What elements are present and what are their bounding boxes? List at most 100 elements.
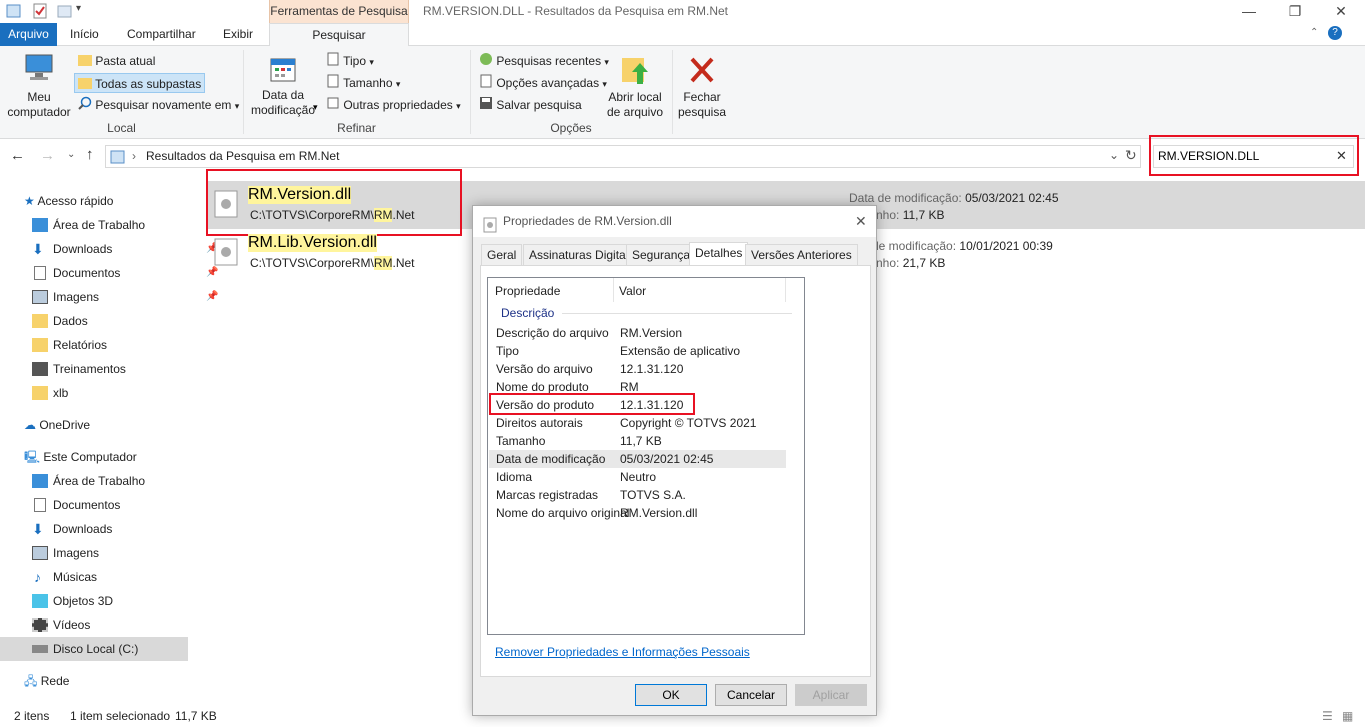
property-row[interactable]: Idioma Neutro: [489, 468, 786, 486]
maximize-button[interactable]: ❐: [1272, 0, 1318, 23]
tab-search[interactable]: Pesquisar: [269, 23, 409, 47]
property-value: TOTVS S.A.: [620, 488, 686, 502]
up-arrow-icon[interactable]: ↑: [86, 146, 94, 163]
pin-icon[interactable]: 📌: [206, 285, 218, 309]
my-computer-label: Meu computador: [7, 90, 71, 119]
property-row[interactable]: Tamanho 11,7 KB: [489, 432, 786, 450]
nav-pc-videos[interactable]: Vídeos: [32, 613, 90, 637]
tab-home[interactable]: Início: [60, 23, 109, 46]
ok-button[interactable]: OK: [635, 684, 707, 706]
other-properties-button[interactable]: Outras propriedades ▾: [323, 95, 464, 115]
date-modified-button[interactable]: Data da modificação: [246, 56, 320, 118]
tab-digital-signatures[interactable]: Assinaturas Digitais: [523, 244, 641, 265]
current-folder-button[interactable]: Pasta atual: [75, 51, 158, 71]
minimize-button[interactable]: —: [1226, 0, 1272, 23]
tab-general[interactable]: Geral: [481, 244, 523, 265]
nav-qa-relatorios[interactable]: Relatórios: [32, 333, 107, 357]
nav-qa-pictures[interactable]: Imagens 📌: [32, 285, 218, 309]
forward-arrow-icon[interactable]: →: [40, 147, 55, 164]
checklist-icon[interactable]: [32, 3, 48, 19]
nav-qa-treinamentos[interactable]: Treinamentos: [32, 357, 126, 381]
group-label-options: Opções: [550, 121, 592, 135]
properties-list[interactable]: Propriedade Valor Descrição Descrição do…: [487, 277, 805, 635]
property-row[interactable]: Nome do produto RM: [489, 378, 786, 396]
meta-value: 21,7 KB: [902, 256, 946, 270]
property-row[interactable]: Marcas registradas TOTVS S.A.: [489, 486, 786, 504]
close-button[interactable]: ✕: [1318, 0, 1364, 23]
nav-pc-music[interactable]: ♪ Músicas: [32, 565, 97, 589]
property-key: Nome do arquivo original: [496, 506, 630, 520]
search-results-folder-icon: [110, 149, 126, 168]
property-row[interactable]: Nome do arquivo original RM.Version.dll: [489, 504, 786, 522]
advanced-options-button[interactable]: Opções avançadas ▾: [476, 73, 610, 93]
property-row[interactable]: Versão do arquivo 12.1.31.120: [489, 360, 786, 378]
size-button[interactable]: Tamanho ▾: [323, 73, 403, 93]
nav-this-pc[interactable]: 🖳 Este Computador: [24, 445, 137, 469]
tab-previous-versions[interactable]: Versões Anteriores: [745, 244, 858, 265]
nav-onedrive[interactable]: ☁ OneDrive: [24, 413, 90, 437]
nav-qa-downloads[interactable]: ⬇ Downloads 📌: [32, 237, 218, 261]
help-icon[interactable]: ?: [1328, 26, 1342, 40]
nav-pc-pictures[interactable]: Imagens: [32, 541, 99, 565]
property-row[interactable]: Tipo Extensão de aplicativo: [489, 342, 786, 360]
nav-qa-xlb[interactable]: xlb: [32, 381, 68, 405]
recent-locations-chevron-icon[interactable]: ⌄: [67, 149, 75, 160]
tab-file[interactable]: Arquivo: [0, 23, 57, 46]
remove-properties-link[interactable]: Remover Propriedades e Informações Pesso…: [495, 645, 750, 659]
current-folder-label: Pasta atual: [95, 54, 156, 68]
column-property[interactable]: Propriedade: [495, 284, 560, 298]
cancel-button[interactable]: Cancelar: [715, 684, 787, 706]
collapse-ribbon-icon[interactable]: ⌃: [1310, 27, 1318, 38]
tab-share[interactable]: Compartilhar: [117, 23, 206, 46]
tab-details[interactable]: Detalhes: [689, 242, 749, 266]
nav-network[interactable]: 🖧 Rede: [24, 669, 69, 693]
nav-pc-desktop[interactable]: Área de Trabalho: [32, 469, 145, 493]
nav-qa-desktop[interactable]: Área de Trabalho📌: [32, 213, 218, 237]
my-computer-button[interactable]: Meu computador: [4, 52, 74, 120]
tab-security[interactable]: Segurança: [626, 244, 697, 265]
nav-pc-3d-objects[interactable]: Objetos 3D: [32, 589, 113, 613]
save-search-button[interactable]: Salvar pesquisa: [476, 95, 585, 115]
search-input[interactable]: RM.VERSION.DLL ✕: [1153, 145, 1354, 168]
tiles-view-icon[interactable]: ▦: [1342, 705, 1353, 727]
column-value[interactable]: Valor: [619, 284, 646, 298]
column-divider: [785, 278, 786, 302]
property-row[interactable]: Versão do produto 12.1.31.120: [489, 396, 786, 414]
all-subfolders-button[interactable]: Todas as subpastas: [74, 73, 206, 93]
details-view-icon[interactable]: ☰: [1322, 705, 1333, 727]
property-row[interactable]: Direitos autorais Copyright © TOTVS 2021: [489, 414, 786, 432]
path-text: C:\TOTVS\CorporeRM\: [250, 208, 374, 222]
customize-toolbar-icon[interactable]: ▾: [76, 3, 92, 19]
clear-search-icon[interactable]: ✕: [1336, 148, 1347, 164]
property-value: RM: [620, 380, 639, 394]
open-file-location-button[interactable]: Abrir local de arquivo: [604, 54, 666, 120]
address-dropdown-icon[interactable]: ⌄: [1109, 148, 1119, 162]
new-folder-icon[interactable]: [57, 3, 73, 19]
properties-icon[interactable]: [6, 3, 22, 19]
tab-view[interactable]: Exibir: [213, 23, 263, 46]
address-bar[interactable]: › Resultados da Pesquisa em RM.Net ⌄ ↻: [105, 145, 1141, 168]
dialog-close-icon[interactable]: ✕: [855, 206, 867, 237]
video-folder-icon: [32, 362, 48, 376]
breadcrumb[interactable]: Resultados da Pesquisa em RM.Net: [146, 149, 339, 163]
drive-icon: [32, 645, 48, 653]
nav-qa-dados[interactable]: Dados: [32, 309, 88, 333]
refresh-icon[interactable]: ↻: [1125, 147, 1137, 164]
close-search-button[interactable]: Fechar pesquisa: [675, 54, 729, 120]
apply-button[interactable]: Aplicar: [795, 684, 867, 706]
dll-file-icon: [214, 238, 238, 269]
property-row-hover[interactable]: Data de modificação 05/03/2021 02:45: [489, 450, 786, 468]
nav-quick-access[interactable]: ★ Acesso rápido: [24, 189, 113, 213]
nav-pc-downloads[interactable]: ⬇ Downloads: [32, 517, 112, 541]
file-size: nho: 11,7 KB: [876, 208, 945, 222]
back-arrow-icon[interactable]: ←: [10, 147, 25, 164]
nav-pc-local-disk[interactable]: Disco Local (C:): [0, 637, 188, 661]
type-button[interactable]: Tipo ▾: [323, 51, 377, 71]
nav-pc-documents[interactable]: Documentos: [32, 493, 120, 517]
recent-searches-label: Pesquisas recentes: [496, 54, 602, 68]
property-row[interactable]: Descrição do arquivo RM.Version: [489, 324, 786, 342]
recent-searches-button[interactable]: Pesquisas recentes ▾: [476, 51, 612, 71]
file-name: RM.Version.dll: [248, 186, 352, 204]
nav-qa-documents[interactable]: Documentos 📌: [32, 261, 218, 285]
search-again-button[interactable]: Pesquisar novamente em ▾: [75, 95, 242, 115]
